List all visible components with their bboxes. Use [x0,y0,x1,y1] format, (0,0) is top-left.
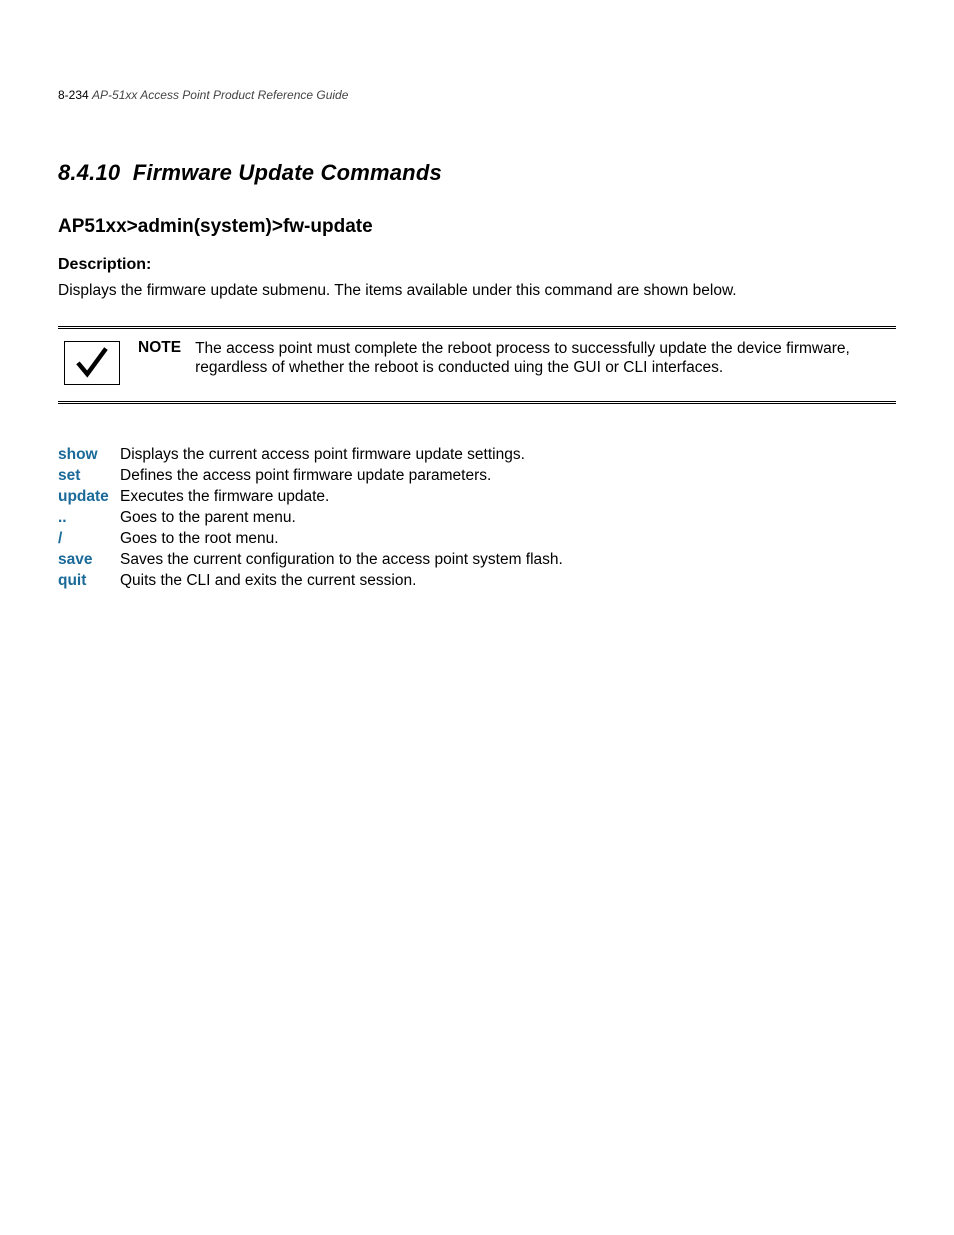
page-number: 8-234 [58,88,89,102]
table-row: setDefines the access point firmware upd… [58,465,563,486]
table-row: ..Goes to the parent menu. [58,507,563,528]
command-description: Quits the CLI and exits the current sess… [120,570,563,591]
command-description: Executes the firmware update. [120,486,563,507]
section-title: Firmware Update Commands [133,160,442,185]
table-row: updateExecutes the firmware update. [58,486,563,507]
description-text: Displays the firmware update submenu. Th… [58,282,896,300]
note-content: NOTE The access point must complete the … [138,337,896,378]
command-description: Displays the current access point firmwa… [120,444,563,465]
note-text: The access point must complete the reboo… [195,339,896,378]
command-name: quit [58,570,120,591]
command-name: save [58,549,120,570]
note-box: NOTE The access point must complete the … [58,326,896,404]
note-label: NOTE [138,339,181,378]
table-row: quitQuits the CLI and exits the current … [58,570,563,591]
command-description: Goes to the parent menu. [120,507,563,528]
table-row: showDisplays the current access point fi… [58,444,563,465]
table-row: saveSaves the current configuration to t… [58,549,563,570]
command-description: Defines the access point firmware update… [120,465,563,486]
command-path-heading: AP51xx>admin(system)>fw-update [58,216,896,238]
checkmark-icon [64,341,120,385]
page-header: 8-234 AP-51xx Access Point Product Refer… [58,88,896,102]
command-table: showDisplays the current access point fi… [58,444,563,591]
section-number: 8.4.10 [58,160,120,185]
command-description: Saves the current configuration to the a… [120,549,563,570]
description-label: Description: [58,256,896,274]
command-name: set [58,465,120,486]
section-heading: 8.4.10 Firmware Update Commands [58,160,896,186]
command-name: show [58,444,120,465]
command-name: update [58,486,120,507]
command-name: / [58,528,120,549]
table-row: /Goes to the root menu. [58,528,563,549]
command-description: Goes to the root menu. [120,528,563,549]
command-name: .. [58,507,120,528]
guide-title: AP-51xx Access Point Product Reference G… [92,88,348,102]
